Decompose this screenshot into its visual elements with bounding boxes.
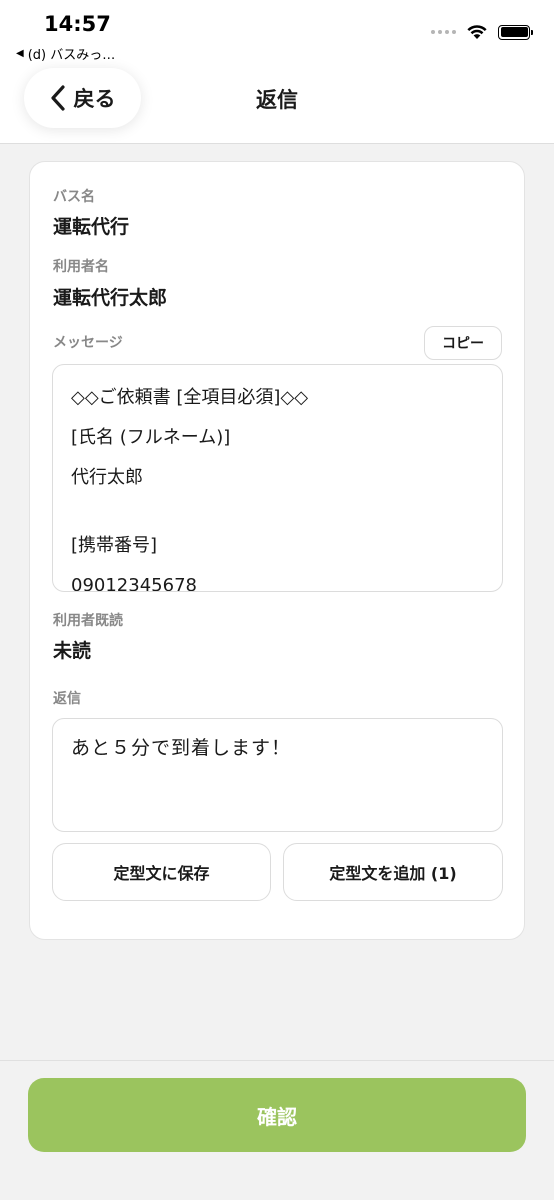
- message-line: 09012345678: [71, 575, 197, 592]
- wifi-icon: [467, 25, 487, 39]
- bus-name-label: バス名: [53, 189, 95, 205]
- message-line: 代行太郎: [71, 467, 143, 488]
- message-textarea[interactable]: ◇◇ご依頼書 [全項目必須]◇◇ [氏名 (フルネーム)] 代行太郎 [携帯番号…: [52, 364, 503, 592]
- bottom-bar: 確認: [0, 1060, 554, 1200]
- reply-textarea[interactable]: あと５分で到着します！: [52, 718, 503, 832]
- top-bar: 14:57 ◀ (d) バスみっ… 戻る 返信: [0, 0, 554, 144]
- add-template-button[interactable]: 定型文を追加 (1): [283, 843, 503, 901]
- user-name-value: 運転代行太郎: [53, 287, 168, 309]
- message-label: メッセージ: [53, 335, 123, 351]
- user-name-label: 利用者名: [53, 259, 109, 275]
- signal-icon: [431, 30, 456, 34]
- read-status-value: 未読: [53, 640, 92, 662]
- copy-button[interactable]: コピー: [424, 326, 502, 360]
- confirm-button[interactable]: 確認: [28, 1078, 526, 1152]
- read-status-label: 利用者既読: [53, 613, 123, 629]
- back-app-label: (d) バスみっ…: [27, 48, 116, 63]
- back-triangle-icon: ◀: [16, 48, 24, 59]
- message-line: ◇◇ご依頼書 [全項目必須]◇◇: [71, 387, 309, 408]
- status-icons: [431, 24, 533, 40]
- page-title: 返信: [256, 88, 298, 112]
- save-template-button[interactable]: 定型文に保存: [52, 843, 271, 901]
- message-line: [71, 501, 484, 529]
- reply-label: 返信: [53, 691, 81, 707]
- status-time: 14:57: [44, 12, 111, 36]
- bus-name-value: 運転代行: [53, 216, 130, 238]
- battery-icon: [498, 24, 533, 40]
- message-line: [携帯番号]: [71, 535, 158, 556]
- message-line: [氏名 (フルネーム)]: [71, 427, 231, 448]
- reply-card: バス名 運転代行 利用者名 運転代行太郎 メッセージ コピー ◇◇ご依頼書 [全…: [29, 161, 525, 940]
- back-to-app-link[interactable]: ◀ (d) バスみっ…: [16, 44, 115, 63]
